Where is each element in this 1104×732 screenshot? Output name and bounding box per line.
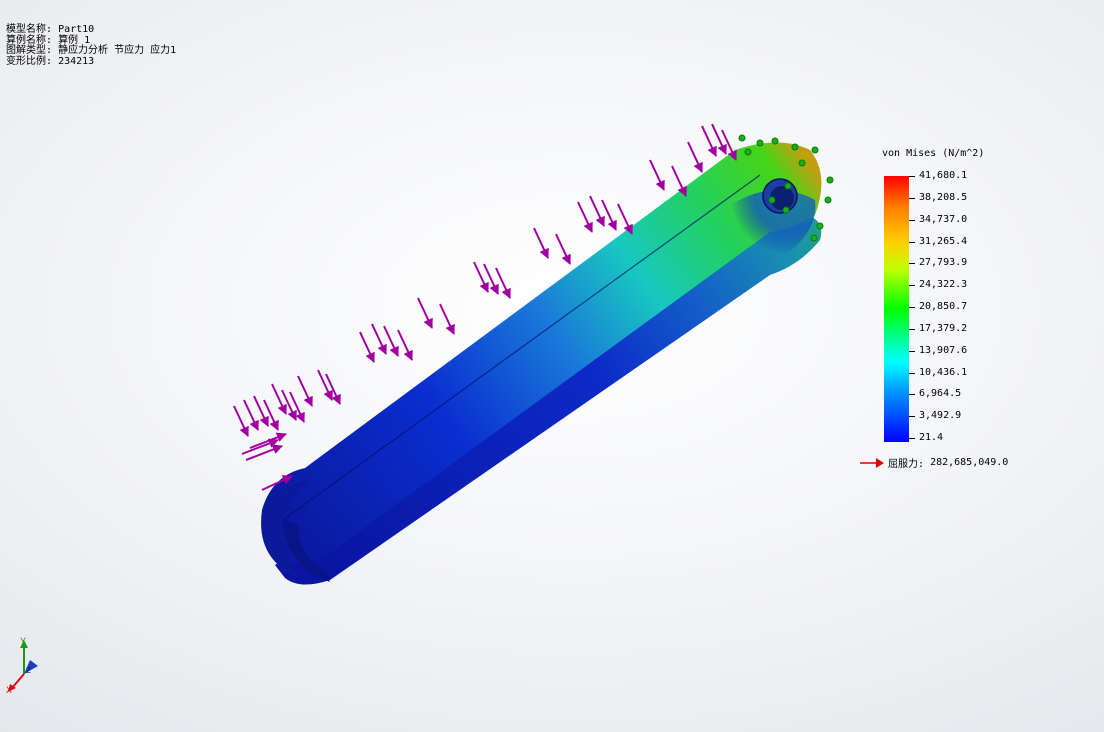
- legend-value: 31,265.4: [919, 235, 968, 247]
- legend-value: 20,850.7: [919, 301, 968, 312]
- legend-value: 34,737.0: [919, 213, 968, 225]
- legend-tick: [909, 263, 915, 265]
- legend-tick: [909, 197, 915, 199]
- legend-value: 21.4: [919, 432, 944, 443]
- yield-label: 屈服力:: [888, 459, 925, 470]
- legend-value: 6,964.5: [919, 388, 962, 400]
- legend-value: 38,208.5: [919, 191, 968, 203]
- legend-value: 13,907.6: [919, 344, 968, 356]
- legend-tick: [909, 328, 915, 330]
- legend-value: 10,436.1: [919, 366, 968, 378]
- z-axis-label: Z: [26, 666, 31, 675]
- legend-tick: [909, 372, 915, 374]
- x-axis: [11, 673, 25, 689]
- stress-colorbar: [884, 176, 909, 442]
- x-axis-label: X: [6, 685, 12, 695]
- y-axis-label: Y: [20, 636, 26, 646]
- legend-value: 24,322.3: [919, 279, 968, 291]
- legend-value: 3,492.9: [919, 410, 962, 422]
- legend-value: 41,680.1: [919, 170, 968, 181]
- yield-strength-row: 屈服力: 282,685,049.0: [860, 455, 1008, 470]
- legend-tick: [909, 350, 915, 352]
- legend-value: 17,379.2: [919, 322, 968, 334]
- beam-edge-line: [282, 174, 761, 521]
- yield-value: 282,685,049.0: [930, 457, 1009, 468]
- legend-tick: [909, 394, 915, 396]
- legend-value: 27,793.9: [919, 257, 968, 269]
- axis-triad[interactable]: Y Z X: [0, 630, 50, 700]
- legend-tick: [909, 219, 915, 221]
- legend-tick: [909, 416, 915, 418]
- legend-tick: [909, 285, 915, 287]
- legend-title: von Mises (N/m^2): [882, 148, 985, 159]
- legend-tick: [909, 438, 915, 439]
- legend-tick: [909, 307, 915, 308]
- legend-tick: [909, 241, 915, 243]
- yield-arrow-icon: [860, 457, 884, 468]
- legend-tick: [909, 176, 915, 177]
